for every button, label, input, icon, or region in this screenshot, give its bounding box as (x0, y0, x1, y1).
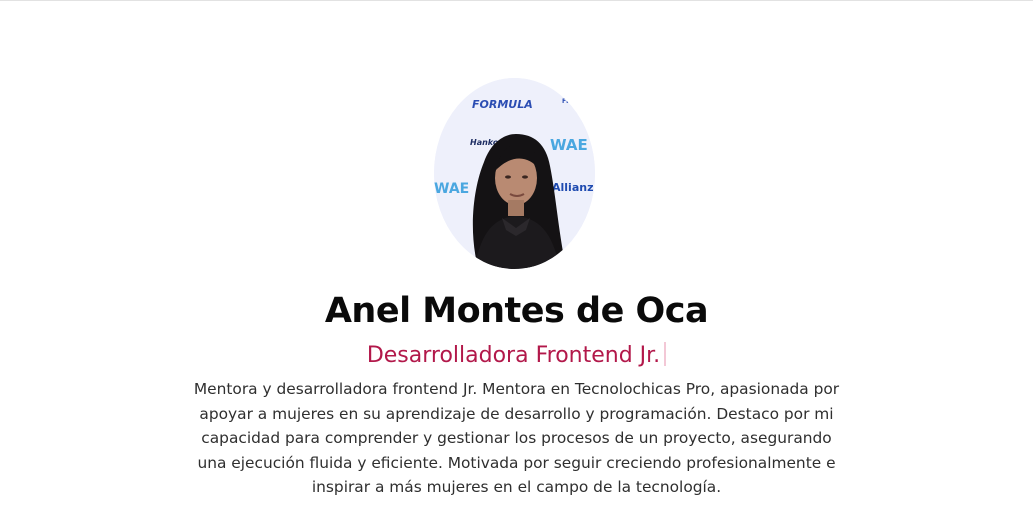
avatar: FORMULA FIA Hankook WAE WAE Allianz (434, 78, 595, 269)
profile-card: FORMULA FIA Hankook WAE WAE Allianz Anel… (0, 0, 1033, 511)
role-line: Desarrolladora Frontend Jr. (0, 340, 1033, 372)
backdrop-logo: WAE (550, 136, 588, 154)
typing-cursor (664, 342, 667, 366)
profile-bio: Mentora y desarrolladora frontend Jr. Me… (193, 380, 840, 497)
profile-role: Desarrolladora Frontend Jr. (366, 343, 661, 368)
backdrop-logo: FIA (562, 98, 573, 105)
backdrop-logo: Allianz (552, 181, 593, 194)
backdrop-logo: FORMULA (472, 98, 533, 111)
avatar-photo: FORMULA FIA Hankook WAE WAE Allianz (434, 78, 595, 269)
profile-name: Anel Montes de Oca (324, 291, 709, 331)
backdrop-logo: WAE (434, 181, 469, 197)
